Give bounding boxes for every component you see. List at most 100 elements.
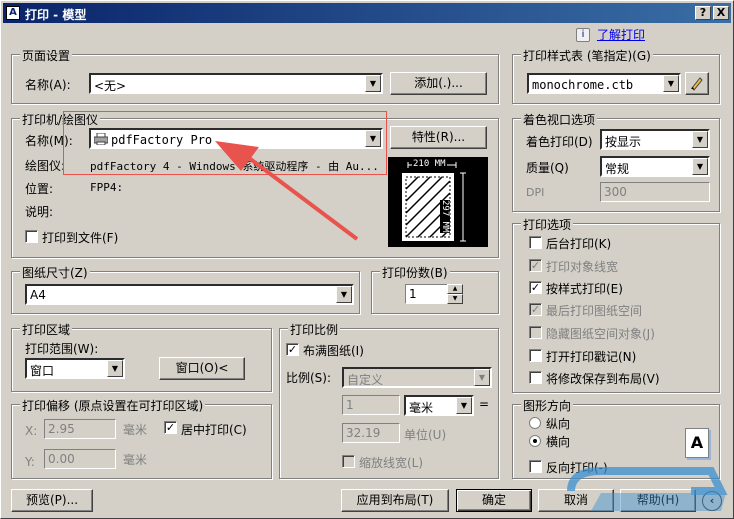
chevron-down-icon[interactable]: ▼ bbox=[336, 286, 352, 303]
save-changes-checkbox[interactable] bbox=[529, 371, 542, 384]
scale-unit-label: 单位(U) bbox=[404, 428, 447, 442]
add-page-setup-button[interactable]: 添加(.)... bbox=[390, 72, 487, 95]
help-title-button[interactable]: ? bbox=[695, 6, 711, 20]
center-plot-label: 居中打印(C) bbox=[181, 423, 247, 437]
plot-area-label: 打印区域 bbox=[20, 321, 73, 338]
print-to-file-label: 打印到文件(F) bbox=[42, 231, 119, 245]
shade-plot-combo[interactable]: 按显示 ▼ bbox=[600, 129, 710, 150]
offset-y-unit: 毫米 bbox=[123, 453, 148, 467]
background-plot-label: 后台打印(K) bbox=[546, 237, 612, 251]
landscape-radio[interactable] bbox=[529, 435, 541, 447]
background-plot-checkbox[interactable] bbox=[529, 236, 542, 249]
quality-label: 质量(Q) bbox=[526, 161, 569, 175]
scale-equals: = bbox=[479, 397, 490, 411]
chevron-down-icon[interactable]: ▼ bbox=[365, 75, 381, 92]
upside-down-checkbox[interactable] bbox=[529, 460, 542, 473]
plot-with-styles-checkbox[interactable]: ✓ bbox=[529, 281, 542, 294]
location-label: 位置: bbox=[25, 182, 54, 196]
paper-size-combo[interactable]: A4 ▼ bbox=[25, 284, 354, 305]
portrait-label: 纵向 bbox=[546, 417, 571, 431]
chevron-down-icon[interactable]: ▼ bbox=[474, 369, 490, 386]
page-setup-name-combo[interactable]: <无> ▼ bbox=[89, 73, 383, 94]
plot-stamp-checkbox[interactable] bbox=[529, 349, 542, 362]
portrait-radio[interactable] bbox=[529, 417, 541, 429]
location-value: FPP4: bbox=[90, 181, 124, 194]
chevron-down-icon[interactable]: ▼ bbox=[692, 131, 708, 148]
scale-value-1-input[interactable]: 1 bbox=[342, 395, 400, 415]
copies-stepper[interactable]: ▲ ▼ bbox=[447, 284, 463, 304]
copies-label: 打印份数(B) bbox=[380, 264, 450, 281]
pen-edit-icon bbox=[691, 77, 703, 91]
shade-plot-label: 着色打印(D) bbox=[526, 135, 593, 149]
offset-y-input[interactable]: 0.00 bbox=[44, 449, 116, 469]
scale-lineweights-checkbox[interactable] bbox=[342, 455, 355, 468]
dpi-label: DPI bbox=[526, 186, 545, 199]
plot-lineweights-checkbox[interactable]: ✓ bbox=[529, 259, 542, 272]
plot-paperspace-last-checkbox[interactable]: ✓ bbox=[529, 303, 542, 316]
info-icon: i bbox=[576, 28, 590, 42]
chevron-down-icon[interactable]: ▼ bbox=[107, 360, 123, 377]
center-plot-checkbox[interactable]: ✓ bbox=[164, 421, 177, 434]
scale-label: 比例(S): bbox=[286, 371, 332, 385]
chevron-down-icon[interactable]: ▼ bbox=[692, 158, 708, 175]
plot-paperspace-last-label: 最后打印图纸空间 bbox=[546, 304, 643, 318]
stepper-down-icon[interactable]: ▼ bbox=[447, 294, 463, 304]
scale-lineweights-label: 缩放线宽(L) bbox=[359, 456, 424, 470]
offset-x-input[interactable]: 2.95 bbox=[44, 419, 116, 439]
paper-preview: 210 MM 297 MM bbox=[388, 157, 488, 247]
plot-style-table-combo[interactable]: monochrome.ctb ▼ bbox=[527, 73, 681, 94]
edit-plot-style-button[interactable] bbox=[685, 72, 709, 95]
annotation-arrow bbox=[215, 141, 359, 241]
window-select-button[interactable]: 窗口(O)< bbox=[159, 357, 245, 380]
learn-print-link[interactable]: 了解打印 bbox=[597, 26, 645, 43]
fit-to-paper-checkbox[interactable]: ✓ bbox=[286, 343, 299, 356]
apply-to-layout-button[interactable]: 应用到布局(T) bbox=[341, 489, 449, 512]
hide-paperspace-objects-label: 隐藏图纸空间对象(J) bbox=[546, 327, 655, 341]
description-label: 说明: bbox=[25, 205, 54, 219]
offset-x-unit: 毫米 bbox=[123, 423, 148, 437]
plot-stamp-label: 打开打印戳记(N) bbox=[546, 350, 637, 364]
preview-height-label: 297 MM bbox=[440, 200, 450, 233]
printer-properties-button[interactable]: 特性(R)... bbox=[390, 126, 487, 149]
title-bar[interactable]: A 打印 - 模型 ? X bbox=[3, 3, 731, 23]
save-changes-label: 将修改保存到布局(V) bbox=[546, 372, 660, 386]
print-to-file-checkbox[interactable] bbox=[25, 230, 38, 243]
autocad-app-icon: A bbox=[6, 6, 20, 20]
chevron-down-icon[interactable]: ▼ bbox=[456, 397, 472, 414]
fit-to-paper-label: 布满图纸(I) bbox=[303, 344, 364, 358]
orientation-label: 图形方向 bbox=[521, 397, 574, 414]
close-title-button[interactable]: X bbox=[713, 6, 729, 20]
plot-range-combo[interactable]: 窗口 ▼ bbox=[25, 358, 125, 379]
plot-range-label: 打印范围(W): bbox=[25, 342, 99, 356]
stepper-up-icon[interactable]: ▲ bbox=[447, 284, 463, 294]
preview-width-label: 210 MM bbox=[412, 159, 447, 169]
plot-scale-label: 打印比例 bbox=[288, 321, 341, 338]
scale-combo[interactable]: 自定义 ▼ bbox=[342, 367, 492, 388]
page-setup-label: 页面设置 bbox=[20, 47, 73, 64]
plotter-label: 绘图仪: bbox=[25, 159, 66, 173]
ok-button[interactable]: 确定 bbox=[456, 489, 532, 512]
orientation-page-icon: A bbox=[685, 428, 709, 458]
window-title: 打印 - 模型 bbox=[25, 8, 87, 22]
plot-with-styles-label: 按样式打印(E) bbox=[546, 282, 623, 296]
scale-value-2-input[interactable]: 32.19 bbox=[342, 423, 400, 443]
plot-options-label: 打印选项 bbox=[521, 216, 574, 233]
dpi-input[interactable]: 300 bbox=[600, 182, 710, 202]
paper-preview-graphic bbox=[402, 162, 466, 242]
offset-y-label: Y: bbox=[25, 455, 35, 469]
offset-x-label: X: bbox=[25, 424, 38, 438]
plot-style-table-label: 打印样式表 (笔指定)(G) bbox=[521, 47, 653, 64]
print-dialog: A 打印 - 模型 ? X i 了解打印 页面设置 名称(A): <无> ▼ 添… bbox=[0, 0, 734, 519]
landscape-label: 横向 bbox=[546, 435, 571, 449]
chevron-down-icon[interactable]: ▼ bbox=[663, 75, 679, 92]
quality-combo[interactable]: 常规 ▼ bbox=[600, 156, 710, 177]
copies-input[interactable]: 1 bbox=[405, 284, 451, 304]
page-setup-name-label: 名称(A): bbox=[25, 78, 71, 92]
hide-paperspace-objects-checkbox[interactable] bbox=[529, 326, 542, 339]
preview-button[interactable]: 预览(P)... bbox=[11, 489, 93, 512]
site-watermark-logo bbox=[567, 467, 728, 511]
paper-size-label: 图纸尺寸(Z) bbox=[20, 264, 90, 281]
plot-offset-label: 打印偏移 (原点设置在可打印区域) bbox=[20, 397, 206, 414]
scale-unit-combo[interactable]: 毫米 ▼ bbox=[404, 395, 474, 416]
plot-lineweights-label: 打印对象线宽 bbox=[546, 260, 619, 274]
